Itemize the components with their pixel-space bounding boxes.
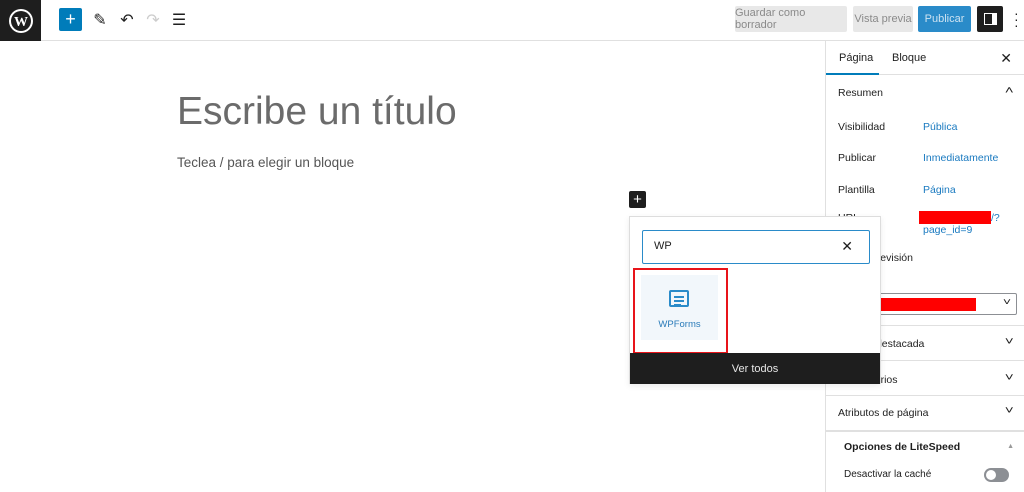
url-link[interactable]: /? [991, 212, 1000, 224]
block-result-wpforms[interactable]: WPForms [641, 275, 718, 340]
chevron-down-icon: ˅ [1002, 297, 1012, 308]
redacted-url [919, 211, 991, 224]
clear-search-icon[interactable]: ✕ [841, 238, 853, 255]
tab-page[interactable]: Página [839, 52, 873, 64]
page-attributes-panel[interactable]: Atributos de página [838, 407, 928, 419]
disable-cache-label: Desactivar la caché [844, 469, 932, 480]
disable-cache-toggle[interactable] [984, 468, 1009, 482]
add-block-button[interactable]: + [59, 8, 82, 31]
chevron-down-icon[interactable]: ˅ [1004, 336, 1013, 348]
triangle-up-icon[interactable]: ▲ [1007, 443, 1014, 450]
close-icon[interactable]: ✕ [1000, 50, 1012, 67]
settings-sidebar-icon[interactable] [977, 6, 1003, 32]
chevron-down-icon[interactable]: ˅ [1004, 372, 1013, 384]
preview-button[interactable]: Vista previa [853, 6, 913, 32]
save-draft-button[interactable]: Guardar como borrador [735, 6, 847, 32]
redo-icon[interactable]: ↷ [142, 9, 164, 31]
more-options-icon[interactable]: · · · [1014, 6, 1020, 32]
svg-text:W: W [14, 15, 28, 30]
tab-block[interactable]: Bloque [892, 52, 926, 64]
litespeed-panel-title[interactable]: Opciones de LiteSpeed [844, 441, 960, 453]
visibility-label: Visibilidad [838, 121, 886, 133]
post-title-input[interactable]: Escribe un título [177, 90, 457, 134]
block-result-label: WPForms [658, 319, 701, 330]
summary-panel-title[interactable]: Resumen [838, 87, 883, 99]
search-value: WP [654, 240, 672, 252]
visibility-link[interactable]: Pública [923, 121, 957, 133]
block-search-input[interactable]: WP ✕ [642, 230, 870, 264]
publish-label: Publicar [838, 152, 876, 164]
chevron-up-icon[interactable]: ˄ [1004, 85, 1013, 97]
block-placeholder[interactable]: Teclea / para elegir un bloque [177, 155, 354, 170]
view-all-button[interactable]: Ver todos [630, 353, 880, 384]
wordpress-logo-icon[interactable]: W [0, 0, 41, 41]
author-select[interactable]: ˅ [874, 293, 1017, 315]
url-link-id[interactable]: page_id=9 [923, 224, 972, 236]
chevron-down-icon[interactable]: ˅ [1004, 405, 1013, 417]
publish-date-link[interactable]: Inmediatamente [923, 152, 998, 164]
top-toolbar: W + ✎ ↶ ↷ ☰ Guardar como borrador Vista … [0, 0, 1024, 41]
wpforms-icon [669, 290, 689, 307]
pencil-tools-icon[interactable]: ✎ [89, 9, 111, 31]
template-label: Plantilla [838, 184, 875, 196]
list-view-icon[interactable]: ☰ [168, 9, 190, 31]
active-tab-indicator [826, 73, 879, 75]
block-inserter-popover: WP ✕ WPForms Ver todos [629, 216, 881, 384]
publish-button[interactable]: Publicar [918, 6, 971, 32]
inline-add-block-button[interactable]: + [629, 191, 646, 208]
template-link[interactable]: Página [923, 184, 956, 196]
undo-icon[interactable]: ↶ [116, 9, 138, 31]
